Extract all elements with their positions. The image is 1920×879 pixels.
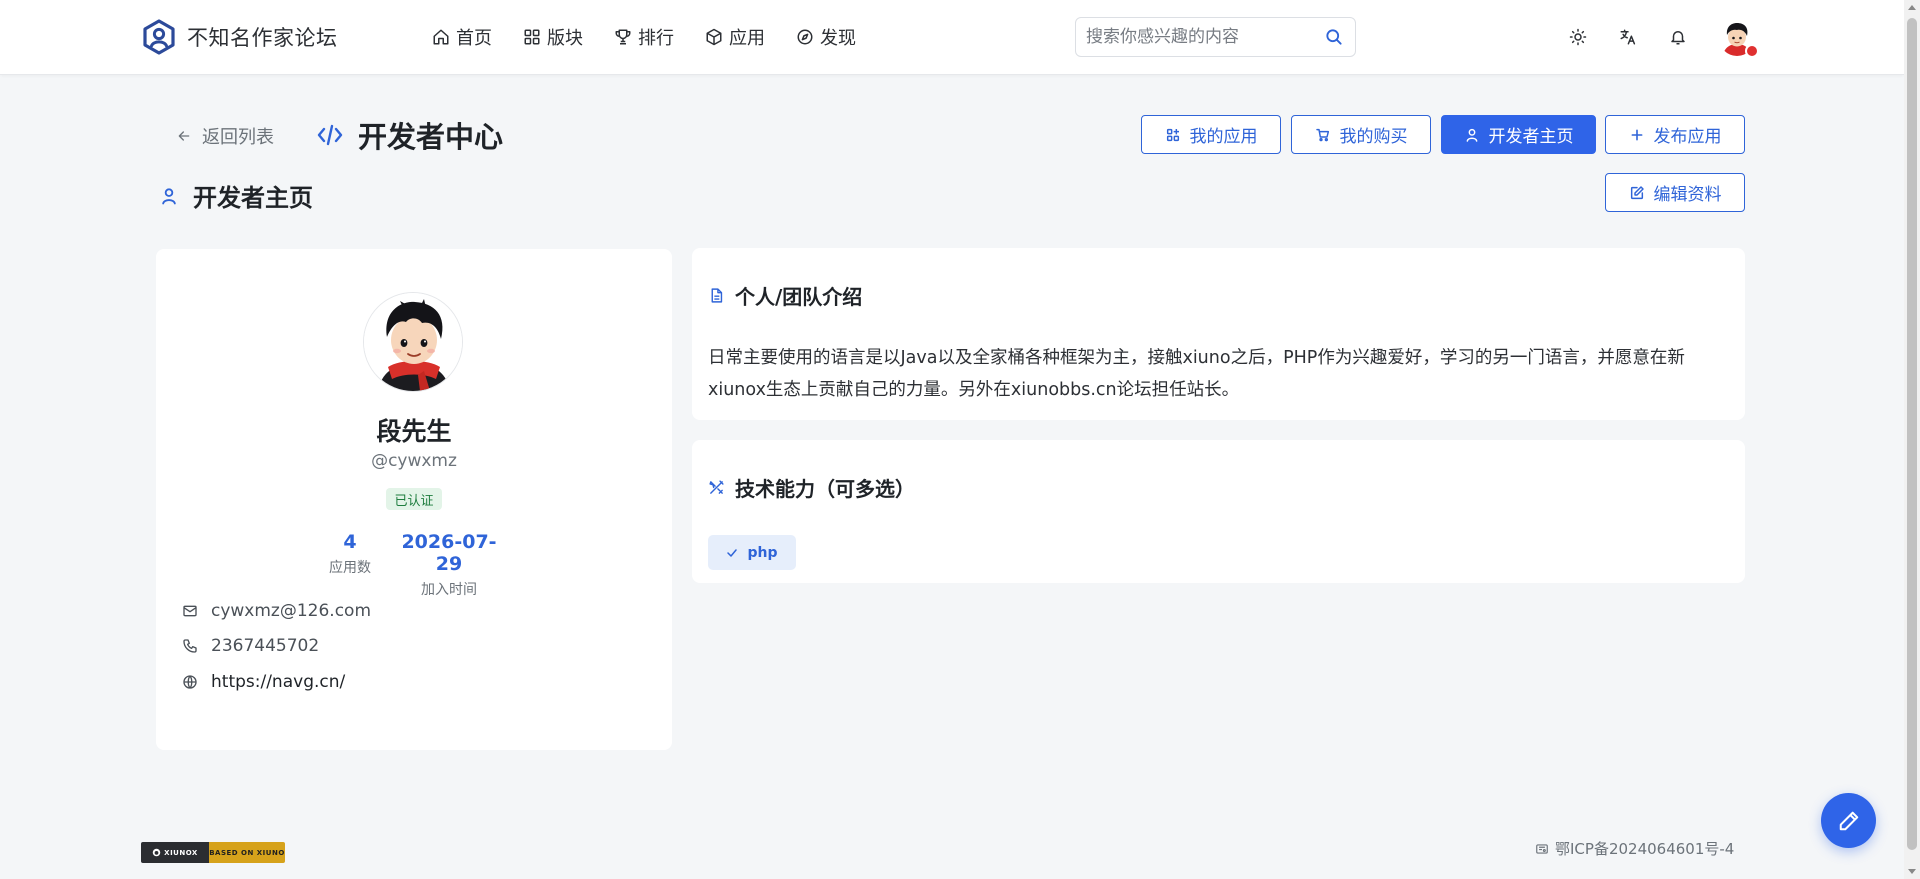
page-title: 开发者中心 xyxy=(316,114,503,156)
scroll-down-arrow[interactable] xyxy=(1908,869,1916,874)
box-icon xyxy=(706,28,722,46)
contact-website[interactable]: https://navg.cn/ xyxy=(182,672,345,692)
user-hexagon-logo-icon xyxy=(143,19,175,55)
globe-icon xyxy=(183,675,197,689)
intro-heading: 个人/团队介绍 xyxy=(708,281,862,310)
stat-value: 2026-07-29 xyxy=(401,531,497,575)
compass-icon xyxy=(797,29,813,45)
button-label: 我的购买 xyxy=(1339,127,1408,147)
verified-badge: 已认证 xyxy=(386,488,442,510)
page-title-text: 开发者中心 xyxy=(358,120,504,154)
developer-home-button[interactable]: 开发者主页 xyxy=(1441,115,1596,154)
search-input[interactable] xyxy=(1086,27,1316,47)
sun-icon[interactable] xyxy=(1569,28,1587,46)
edit-profile-button[interactable]: 编辑资料 xyxy=(1605,173,1745,212)
scrollbar-thumb[interactable] xyxy=(1907,18,1917,850)
button-label: 我的应用 xyxy=(1189,127,1258,147)
scroll-up-arrow[interactable] xyxy=(1908,5,1916,10)
home-icon xyxy=(433,29,449,45)
icp-text: 鄂ICP备2024064601号-4 xyxy=(1555,840,1735,858)
nav-item-label: 版块 xyxy=(547,28,583,49)
badge-right-text: BASED ON XIUNO xyxy=(209,848,285,857)
badge-right: BASED ON XIUNO xyxy=(209,842,285,863)
skills-heading: 技术能力（可多选） xyxy=(708,473,915,502)
shopping-cart-icon xyxy=(1315,128,1329,141)
stat-label: 加入时间 xyxy=(421,582,477,598)
nav-item-ranking[interactable]: 排行 xyxy=(614,24,674,50)
avatar-image xyxy=(364,293,462,391)
publish-app-button[interactable]: 发布应用 xyxy=(1605,115,1745,154)
skills-card: 技术能力（可多选） php xyxy=(692,440,1745,583)
profile-avatar xyxy=(363,292,463,392)
skill-tag-label: php xyxy=(747,544,778,561)
site-name: 不知名作家论坛 xyxy=(187,26,338,50)
edit-icon xyxy=(1630,185,1644,199)
badge-left: XIUNOX xyxy=(141,842,209,863)
translate-icon[interactable] xyxy=(1619,28,1637,46)
mail-icon xyxy=(183,605,197,617)
nav-item-label: 排行 xyxy=(638,28,674,49)
skill-tag-php[interactable]: php xyxy=(708,535,796,570)
id-card-icon xyxy=(1536,843,1548,854)
stat-join-date: 2026-07-29 加入时间 xyxy=(389,531,509,599)
intro-card: 个人/团队介绍 日常主要使用的语言是以Java以及全家桶各种框架为主，接触xiu… xyxy=(692,248,1745,420)
back-to-list-link[interactable]: 返回列表 xyxy=(176,123,274,149)
my-purchases-button[interactable]: 我的购买 xyxy=(1291,115,1431,154)
nav-item-label: 应用 xyxy=(729,28,765,49)
button-label: 开发者主页 xyxy=(1488,127,1574,147)
tools-icon xyxy=(709,480,724,494)
skills-title: 技术能力（可多选） xyxy=(735,477,915,501)
nav-item-boards[interactable]: 版块 xyxy=(523,24,583,50)
section-title: 开发者主页 xyxy=(159,178,313,213)
code-icon xyxy=(317,124,343,146)
trophy-icon xyxy=(615,29,631,45)
contact-email: cywxmz@126.com xyxy=(182,601,371,621)
main-nav: 首页 版块 排行 应用 发现 xyxy=(432,24,887,50)
icp-record-link[interactable]: 鄂ICP备2024064601号-4 xyxy=(1535,838,1734,859)
pencil-icon xyxy=(1839,811,1858,830)
profile-name: 段先生 xyxy=(376,417,452,446)
nav-item-discover[interactable]: 发现 xyxy=(796,24,856,50)
github-icon xyxy=(152,848,161,857)
contact-phone-value: 2367445702 xyxy=(211,636,320,656)
contact-email-value: cywxmz@126.com xyxy=(211,601,372,621)
badge-left-text: XIUNOX xyxy=(164,848,198,857)
phone-icon xyxy=(183,639,197,653)
nav-item-label: 发现 xyxy=(820,28,856,49)
nav-item-home[interactable]: 首页 xyxy=(432,24,492,50)
notification-badge xyxy=(1745,44,1759,58)
stat-value: 4 xyxy=(343,531,357,553)
nav-item-label: 首页 xyxy=(456,28,492,49)
bell-icon[interactable] xyxy=(1669,28,1687,46)
grid-icon xyxy=(524,29,540,45)
site-brand[interactable]: 不知名作家论坛 xyxy=(141,19,338,55)
profile-handle: @cywxmz xyxy=(371,451,457,471)
intro-text: 日常主要使用的语言是以Java以及全家桶各种框架为主，接触xiuno之后，PHP… xyxy=(708,348,1685,400)
user-icon xyxy=(1466,128,1477,142)
button-label: 发布应用 xyxy=(1653,127,1722,147)
arrow-left-icon xyxy=(178,131,190,141)
document-icon xyxy=(711,288,723,303)
back-label: 返回列表 xyxy=(202,127,274,148)
search-box xyxy=(1075,17,1356,57)
page-scrollbar[interactable] xyxy=(1904,0,1920,879)
check-icon xyxy=(727,548,738,557)
section-title-text: 开发者主页 xyxy=(193,184,313,212)
user-icon xyxy=(162,187,176,204)
profile-card: 段先生 @cywxmz 已认证 4 应用数 2026-07-29 加入时间 cy… xyxy=(156,249,672,750)
search-icon[interactable] xyxy=(1324,27,1344,47)
plus-icon xyxy=(1631,129,1642,140)
nav-item-apps[interactable]: 应用 xyxy=(705,24,765,50)
button-label: 编辑资料 xyxy=(1653,185,1722,205)
my-apps-button[interactable]: 我的应用 xyxy=(1141,115,1281,154)
intro-title: 个人/团队介绍 xyxy=(735,285,863,309)
contact-phone: 2367445702 xyxy=(182,636,319,656)
contact-website-link[interactable]: https://navg.cn/ xyxy=(211,672,345,692)
top-navbar: 不知名作家论坛 首页 版块 排行 应用 发现 xyxy=(0,0,1904,75)
apps-icon xyxy=(1166,128,1179,141)
stat-apps-count: 4 应用数 xyxy=(319,531,381,577)
xiunox-badge[interactable]: XIUNOX BASED ON XIUNO xyxy=(141,842,285,863)
compose-fab-button[interactable] xyxy=(1821,793,1876,848)
stat-label: 应用数 xyxy=(329,560,371,576)
